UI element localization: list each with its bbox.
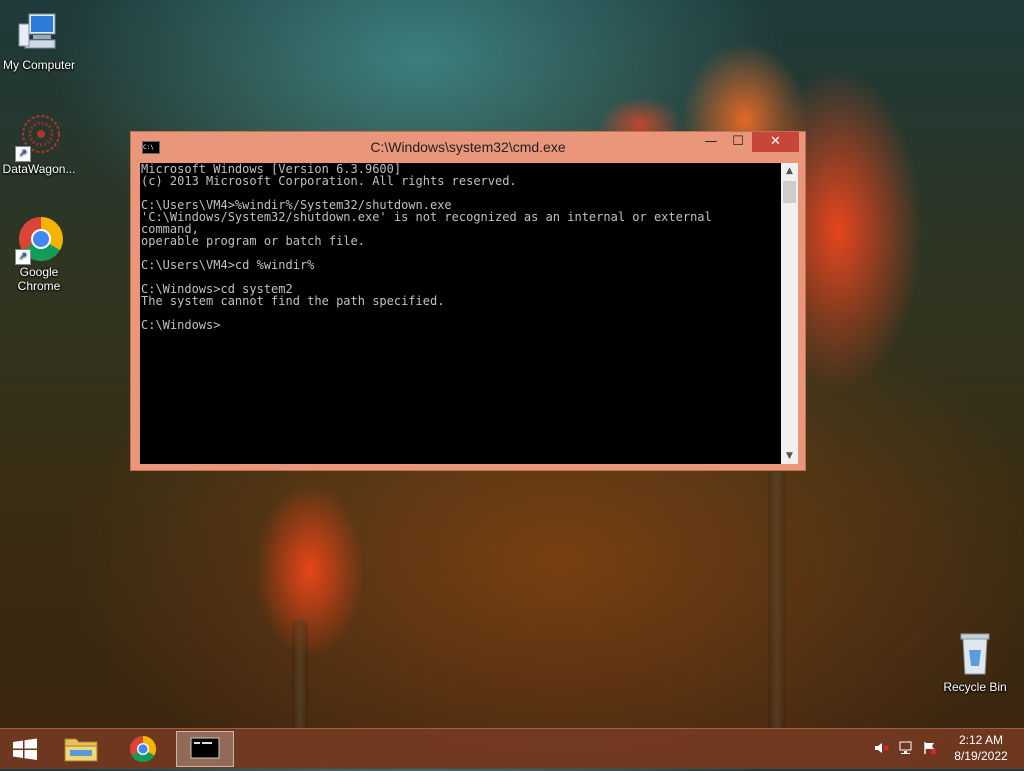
- clock-time: 2:12 AM: [958, 733, 1004, 747]
- computer-icon: [15, 8, 63, 56]
- chrome-icon: [130, 735, 157, 763]
- shortcut-arrow-icon: ↗: [15, 146, 31, 162]
- folder-icon: [64, 738, 98, 762]
- desktop-icon-label: Google Chrome: [17, 265, 61, 293]
- scroll-thumb[interactable]: [783, 181, 796, 203]
- taskbar: [0, 728, 1024, 769]
- flower-stem: [292, 620, 308, 730]
- cmd-icon: [190, 737, 220, 759]
- windows-logo-icon: [13, 738, 37, 760]
- taskbar-file-explorer[interactable]: [52, 731, 110, 767]
- scroll-down-icon[interactable]: ▼: [781, 448, 798, 464]
- taskbar-chrome[interactable]: [114, 731, 172, 767]
- shortcut-arrow-icon: ↗: [15, 249, 31, 265]
- speaker-muted-icon[interactable]: [873, 741, 889, 755]
- start-button[interactable]: [8, 731, 42, 767]
- network-icon[interactable]: [898, 741, 914, 755]
- vertical-scrollbar[interactable]: ▲ ▼: [781, 163, 798, 464]
- title-bar[interactable]: C:\ C:\Windows\system32\cmd.exe — ☐ ✕: [131, 132, 805, 162]
- desktop-icon-label: DataWagon...: [2, 162, 76, 176]
- action-center-icon[interactable]: [922, 741, 938, 755]
- minimize-button[interactable]: —: [698, 132, 724, 152]
- desktop-icon-recycle-bin[interactable]: Recycle Bin: [936, 630, 1014, 694]
- console-text: Microsoft Windows [Version 6.3.9600] (c)…: [141, 163, 712, 332]
- close-button[interactable]: ✕: [752, 132, 799, 152]
- clock[interactable]: 2:12 AM 8/19/2022: [946, 732, 1016, 764]
- taskbar-cmd[interactable]: [176, 731, 234, 767]
- desktop-icon-label: My Computer: [2, 58, 76, 72]
- console-output[interactable]: Microsoft Windows [Version 6.3.9600] (c)…: [140, 163, 781, 464]
- recycle-bin-icon: [951, 630, 999, 678]
- datawagon-icon: ↗: [15, 112, 63, 162]
- scroll-up-icon[interactable]: ▲: [781, 163, 798, 179]
- desktop-icon-datawagon[interactable]: ↗ DataWagon...: [0, 112, 78, 176]
- clock-date: 8/19/2022: [954, 749, 1008, 763]
- cmd-window[interactable]: C:\ C:\Windows\system32\cmd.exe — ☐ ✕ Mi…: [130, 131, 806, 471]
- chrome-icon: ↗: [15, 215, 63, 265]
- flower-stem: [768, 470, 786, 730]
- maximize-button[interactable]: ☐: [725, 132, 751, 152]
- desktop-icon-my-computer[interactable]: My Computer: [0, 8, 78, 72]
- desktop-icon-label: Recycle Bin: [943, 680, 1007, 694]
- desktop-icon-google-chrome[interactable]: ↗ Google Chrome: [0, 215, 78, 293]
